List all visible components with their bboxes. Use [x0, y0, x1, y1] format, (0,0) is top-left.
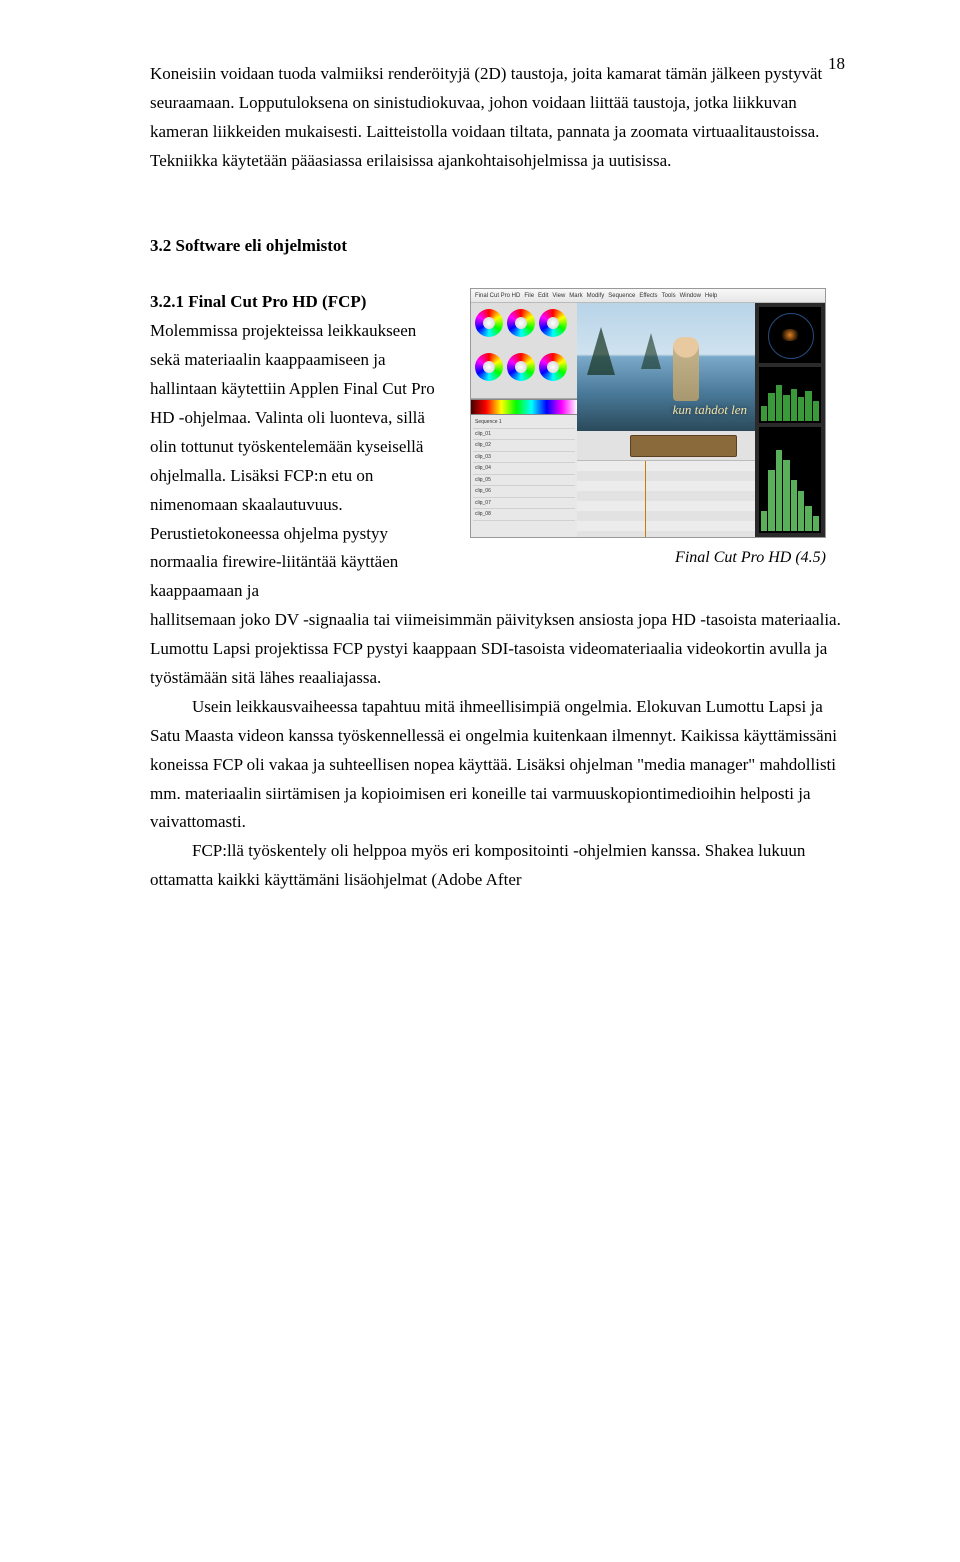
page-number: 18	[828, 50, 845, 79]
menu-view: View	[552, 291, 565, 301]
vectorscope-icon	[759, 307, 821, 363]
browser-row: clip_06	[473, 486, 575, 498]
menu-sequence: Sequence	[608, 291, 635, 301]
menu-help: Help	[705, 291, 717, 301]
menu-tools: Tools	[662, 291, 676, 301]
continuation-p1: hallitsemaan joko DV -signaalia tai viim…	[150, 606, 850, 693]
intro-paragraph: Koneisiin voidaan tuoda valmiiksi render…	[150, 60, 850, 176]
section-heading-3-2: 3.2 Software eli ohjelmistot	[150, 232, 850, 261]
browser-row: clip_03	[473, 452, 575, 464]
browser-row: clip_08	[473, 509, 575, 521]
browser-row: clip_02	[473, 440, 575, 452]
browser-row: clip_01	[473, 429, 575, 441]
color-wheel-icon	[539, 309, 567, 337]
fcp-menubar: Final Cut Pro HD File Edit View Mark Mod…	[471, 289, 825, 303]
color-wheel-icon	[475, 353, 503, 381]
continuation-p2: Usein leikkausvaiheessa tapahtuu mitä ih…	[150, 693, 850, 837]
color-wheel-icon	[539, 353, 567, 381]
color-wheel-icon	[475, 309, 503, 337]
browser-row: clip_04	[473, 463, 575, 475]
viewer-overlay-text: kun tahdot len	[673, 399, 747, 421]
menu-file: File	[524, 291, 534, 301]
fcp-figure: Final Cut Pro HD File Edit View Mark Mod…	[470, 288, 826, 571]
menu-app: Final Cut Pro HD	[475, 291, 520, 301]
browser-row: Sequence 1	[473, 417, 575, 429]
browser-row: clip_05	[473, 475, 575, 487]
person-icon	[673, 337, 699, 401]
subsection-title: 3.2.1 Final Cut Pro HD (FCP)	[150, 292, 366, 311]
fcp-viewer-panel: kun tahdot len	[577, 303, 755, 431]
tree-icon	[641, 333, 661, 369]
color-wheel-icon	[507, 309, 535, 337]
waveform-icon	[759, 367, 821, 423]
fcp-timeline-panel	[577, 431, 755, 537]
menu-mark: Mark	[569, 291, 582, 301]
menu-window: Window	[680, 291, 701, 301]
histogram-icon	[759, 427, 821, 533]
fcp-spectrum-bar	[471, 399, 577, 415]
timeline-playhead	[645, 461, 646, 537]
color-wheel-icon	[507, 353, 535, 381]
fcp-color-wheels	[471, 303, 577, 399]
menu-edit: Edit	[538, 291, 548, 301]
timeline-selected-clip	[630, 435, 737, 457]
browser-row: clip_07	[473, 498, 575, 510]
tree-icon	[587, 327, 615, 375]
figure-caption: Final Cut Pro HD (4.5)	[470, 544, 826, 571]
menu-modify: Modify	[587, 291, 605, 301]
continuation-p3: FCP:llä työskentely oli helppoa myös eri…	[150, 837, 850, 895]
fcp-screenshot: Final Cut Pro HD File Edit View Mark Mod…	[470, 288, 826, 538]
fcp-browser-panel: Sequence 1 clip_01 clip_02 clip_03 clip_…	[471, 415, 577, 537]
subsection-3-2-1: 3.2.1 Final Cut Pro HD (FCP) Molemmissa …	[150, 288, 450, 606]
subsection-left-text: Molemmissa projekteissa leikkaukseen sek…	[150, 321, 435, 600]
menu-effects: Effects	[639, 291, 657, 301]
